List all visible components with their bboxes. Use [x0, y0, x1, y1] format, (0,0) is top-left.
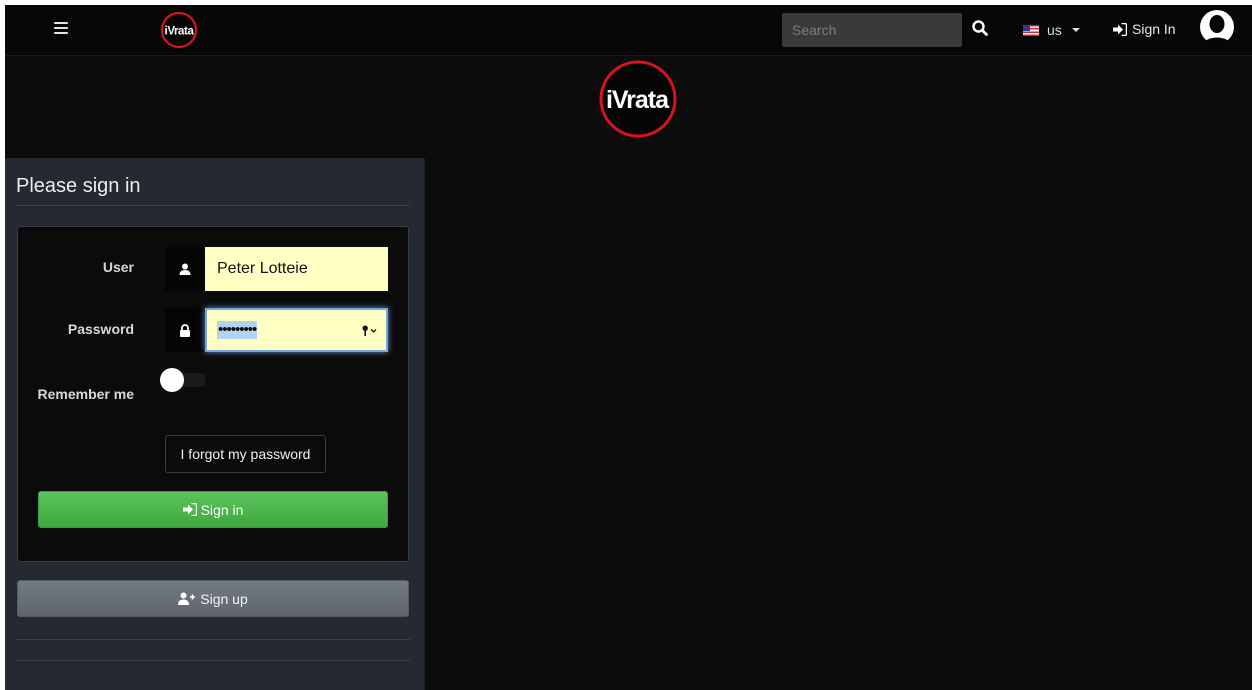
remember-toggle-knob [160, 368, 184, 392]
user-avatar-icon[interactable] [1199, 9, 1235, 47]
us-flag-icon [1023, 24, 1039, 36]
hero-logo: iVrata [599, 60, 677, 138]
brand-logo-text: iVrata [165, 26, 195, 38]
remember-label: Remember me [37, 386, 135, 402]
brand-logo[interactable]: iVrata [160, 11, 198, 49]
nav-sign-in-label: Sign In [1132, 21, 1176, 37]
app-page: iVrata us Sign In iVrata [5, 5, 1252, 690]
sign-in-icon [182, 503, 197, 516]
bottom-divider-2 [16, 660, 410, 661]
user-icon [179, 263, 191, 275]
sign-up-button[interactable]: Sign up [17, 580, 409, 617]
user-addon [165, 247, 205, 291]
password-addon [165, 308, 205, 352]
password-value: ••••••••• [217, 321, 257, 339]
password-field[interactable]: ••••••••• [205, 308, 388, 352]
sign-in-panel: Please sign in User Password [5, 158, 425, 690]
nav-sign-in-link[interactable]: Sign In [1113, 21, 1176, 37]
sign-in-icon [1113, 22, 1127, 36]
hero-logo-text: iVrata [606, 86, 670, 114]
bottom-divider-1 [16, 639, 410, 640]
language-dropdown[interactable]: us [1023, 21, 1080, 39]
sign-up-button-label: Sign up [200, 590, 248, 607]
user-plus-icon [178, 592, 196, 605]
search-icon[interactable] [971, 19, 989, 37]
sign-in-button[interactable]: Sign in [38, 491, 388, 528]
panel-title: Please sign in [16, 175, 141, 197]
password-input-group: ••••••••• [165, 308, 388, 352]
search-input[interactable] [782, 13, 962, 47]
forgot-password-button[interactable]: I forgot my password [165, 435, 326, 473]
sign-in-form: User Password [17, 226, 409, 562]
language-label: us [1047, 22, 1062, 38]
menu-icon[interactable] [54, 22, 68, 34]
top-navbar: iVrata us Sign In [5, 5, 1252, 56]
key-icon[interactable] [362, 325, 378, 337]
user-field[interactable] [205, 247, 388, 291]
user-input-group [165, 247, 388, 291]
remember-toggle[interactable] [160, 368, 208, 392]
title-divider [16, 205, 410, 206]
lock-icon [180, 323, 190, 337]
caret-down-icon [1071, 28, 1080, 32]
sign-in-button-label: Sign in [200, 501, 244, 518]
password-label: Password [67, 321, 134, 337]
user-label: User [102, 259, 134, 275]
